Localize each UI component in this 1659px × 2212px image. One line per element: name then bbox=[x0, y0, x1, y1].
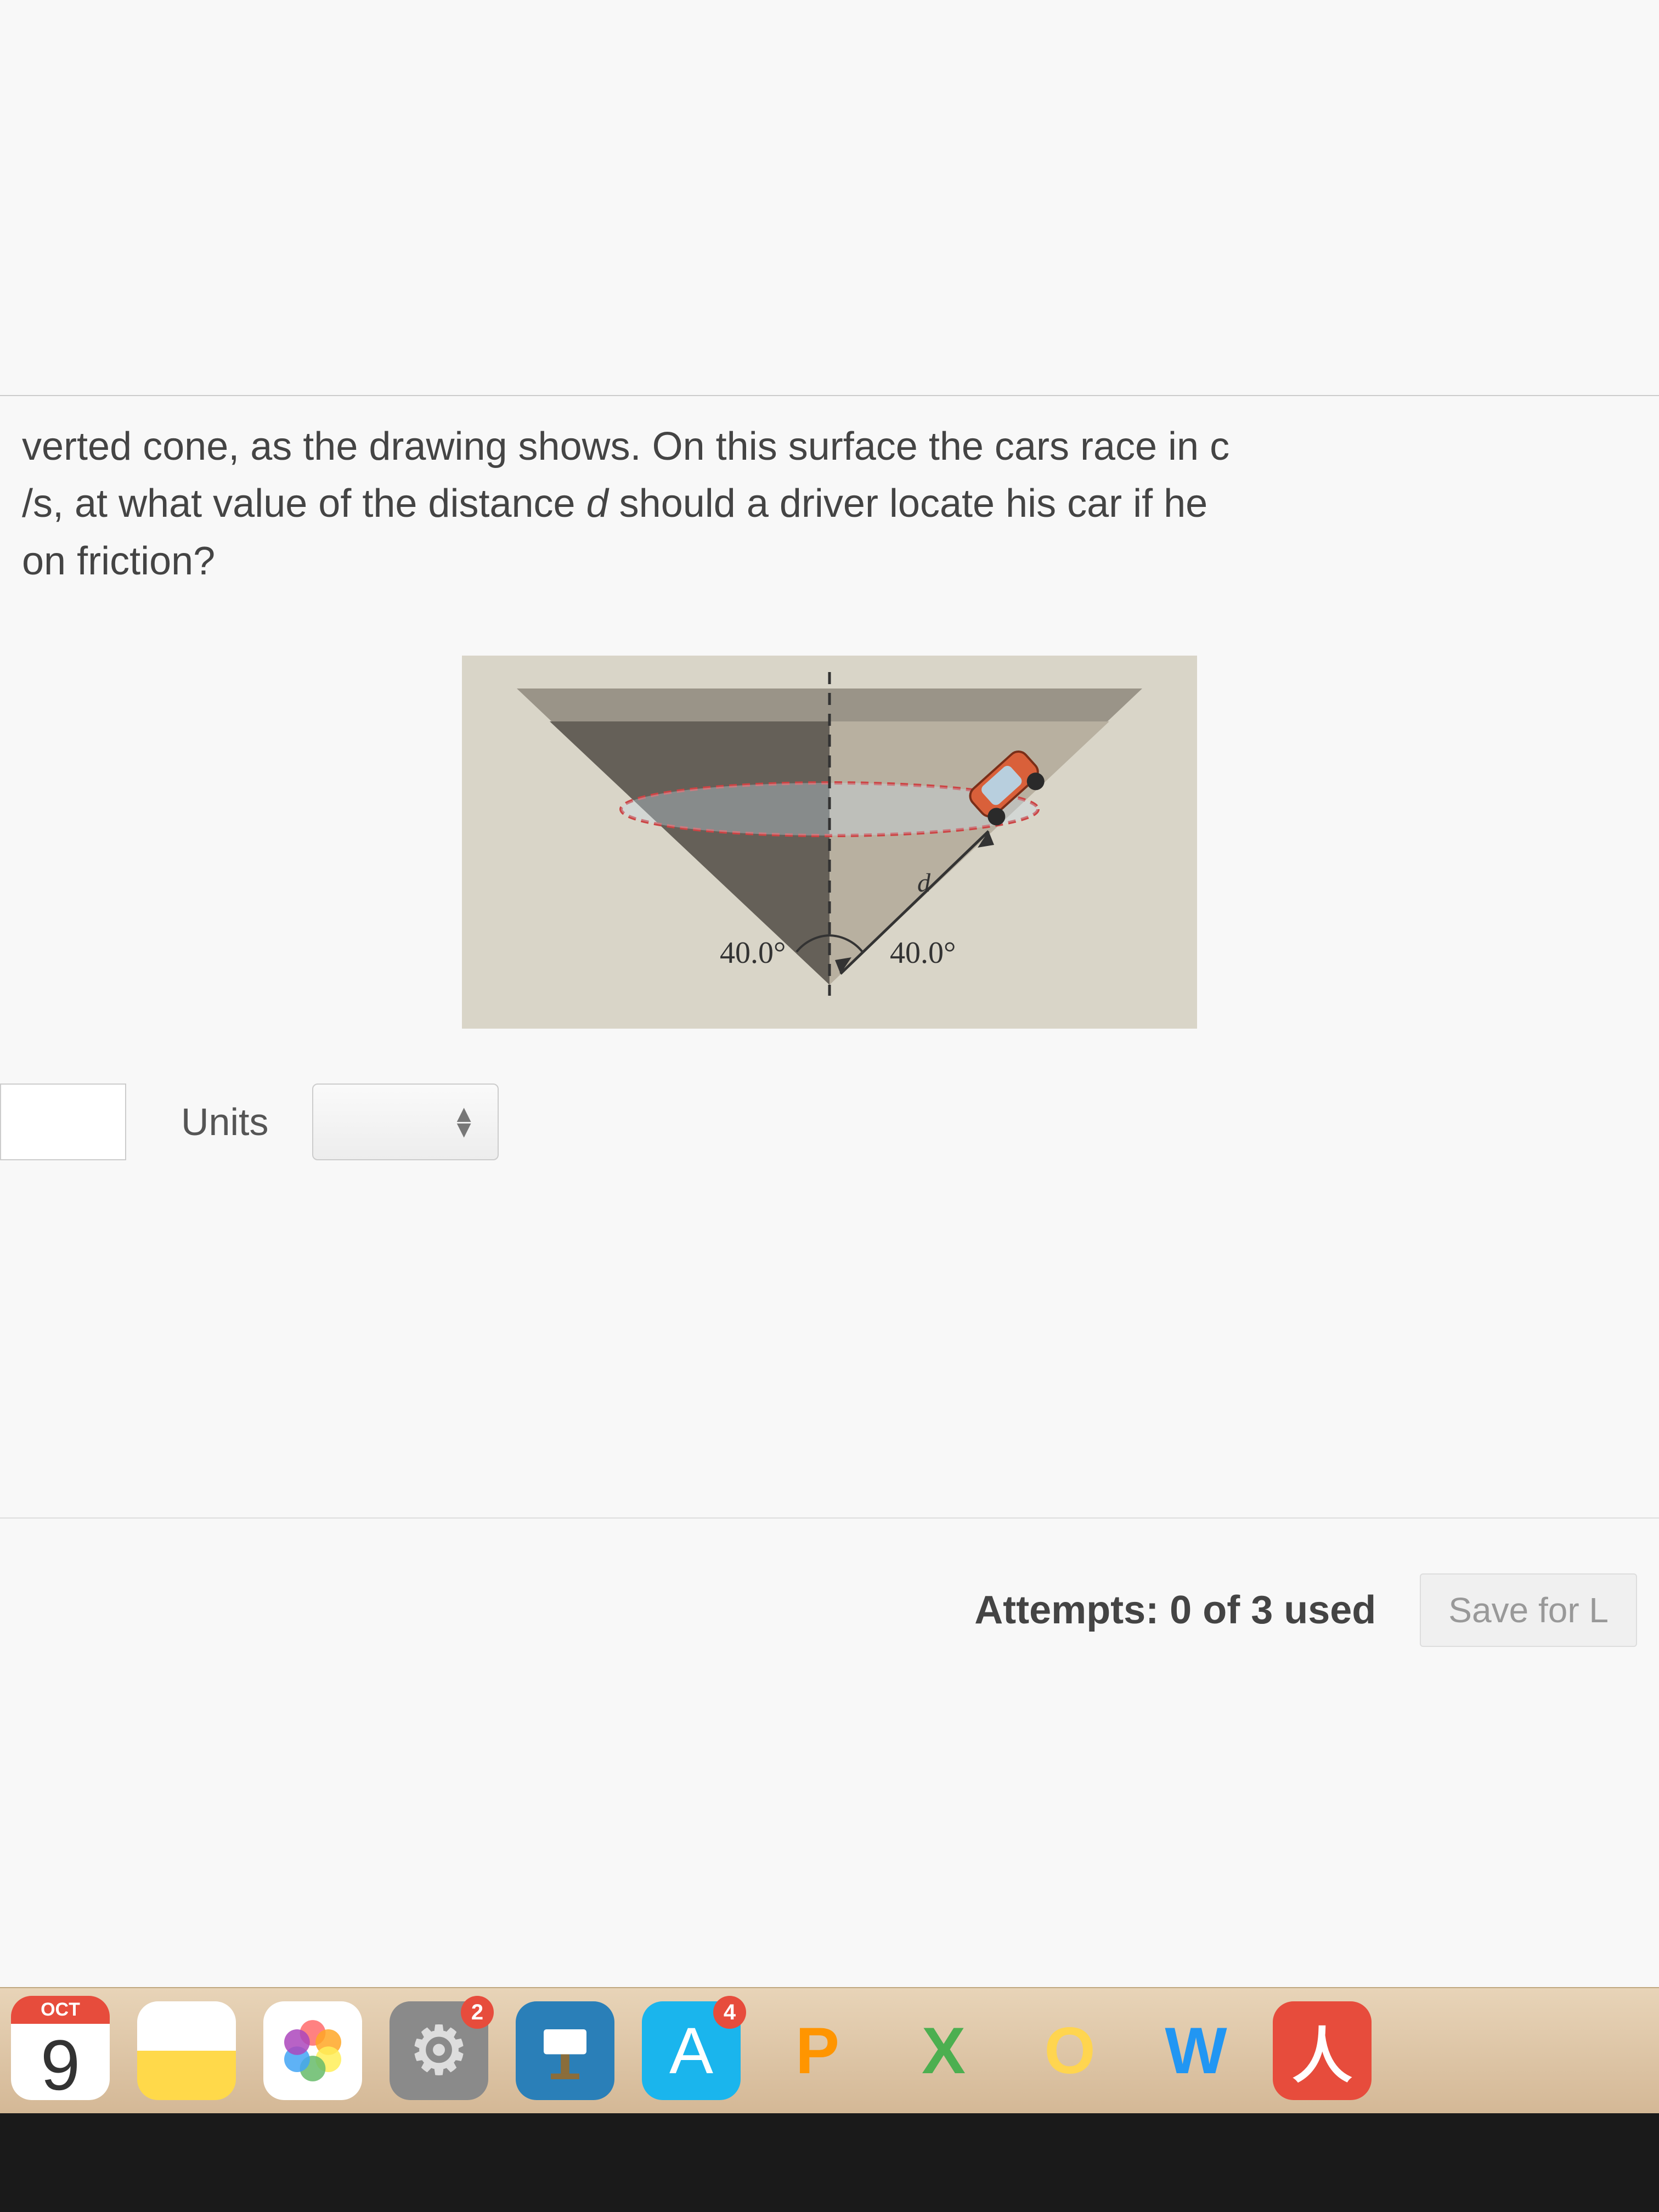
settings-app-icon[interactable]: ⚙ 2 bbox=[390, 2001, 488, 2100]
question-line-1: verted cone, as the drawing shows. On th… bbox=[22, 425, 1229, 469]
question-line-2b: should a driver locate his car if he bbox=[608, 482, 1208, 526]
excel-app-icon[interactable]: X bbox=[894, 2001, 993, 2100]
laptop-bezel bbox=[0, 2113, 1659, 2212]
diagram-container: 40.0° 40.0° d bbox=[462, 656, 1197, 1029]
photos-flower-icon bbox=[277, 2015, 348, 2086]
notes-app-icon[interactable] bbox=[137, 2001, 236, 2100]
question-variable-d: d bbox=[586, 482, 608, 526]
macos-dock: OCT 9 ⚙ 2 A 4 bbox=[0, 1987, 1659, 2113]
appstore-a-icon: A bbox=[669, 2013, 713, 2089]
question-text: verted cone, as the drawing shows. On th… bbox=[0, 418, 1659, 590]
answer-input-row: Units ▲▼ bbox=[0, 1084, 1659, 1160]
question-section: verted cone, as the drawing shows. On th… bbox=[0, 395, 1659, 1160]
content-area: verted cone, as the drawing shows. On th… bbox=[0, 0, 1659, 2004]
calendar-day-label: 9 bbox=[41, 2024, 80, 2106]
units-label: Units bbox=[181, 1100, 268, 1144]
photos-app-icon[interactable] bbox=[263, 2001, 362, 2100]
appstore-app-icon[interactable]: A 4 bbox=[642, 2001, 741, 2100]
distance-d-label: d bbox=[917, 868, 931, 898]
cone-diagram: 40.0° 40.0° d bbox=[462, 656, 1197, 1029]
keynote-app-icon[interactable] bbox=[516, 2001, 614, 2100]
angle-left-label: 40.0° bbox=[720, 936, 786, 970]
keynote-podium-icon bbox=[529, 2015, 601, 2086]
outlook-app-icon[interactable]: O bbox=[1020, 2001, 1119, 2100]
acrobat-app-icon[interactable]: 人 bbox=[1273, 2001, 1372, 2100]
calendar-app-icon[interactable]: OCT 9 bbox=[11, 2001, 110, 2100]
question-line-2a: /s, at what value of the distance bbox=[22, 482, 586, 526]
gear-icon: ⚙ bbox=[409, 2013, 469, 2089]
question-footer: Attempts: 0 of 3 used Save for L bbox=[0, 1517, 1659, 1647]
calendar-month-label: OCT bbox=[11, 1996, 110, 2024]
appstore-badge: 4 bbox=[713, 1996, 746, 2029]
angle-right-label: 40.0° bbox=[890, 936, 956, 970]
answer-input[interactable] bbox=[0, 1084, 126, 1160]
units-select[interactable]: ▲▼ bbox=[312, 1084, 499, 1160]
screen: verted cone, as the drawing shows. On th… bbox=[0, 0, 1659, 2212]
settings-badge: 2 bbox=[461, 1996, 494, 2029]
diagram-svg: 40.0° 40.0° d bbox=[462, 656, 1197, 1029]
attempts-text: Attempts: 0 of 3 used bbox=[974, 1588, 1376, 1633]
question-line-3: on friction? bbox=[22, 539, 215, 583]
powerpoint-app-icon[interactable]: P bbox=[768, 2001, 867, 2100]
select-arrows-icon: ▲▼ bbox=[452, 1107, 476, 1138]
word-app-icon[interactable]: W bbox=[1147, 2001, 1245, 2100]
save-for-later-button[interactable]: Save for L bbox=[1420, 1573, 1637, 1647]
